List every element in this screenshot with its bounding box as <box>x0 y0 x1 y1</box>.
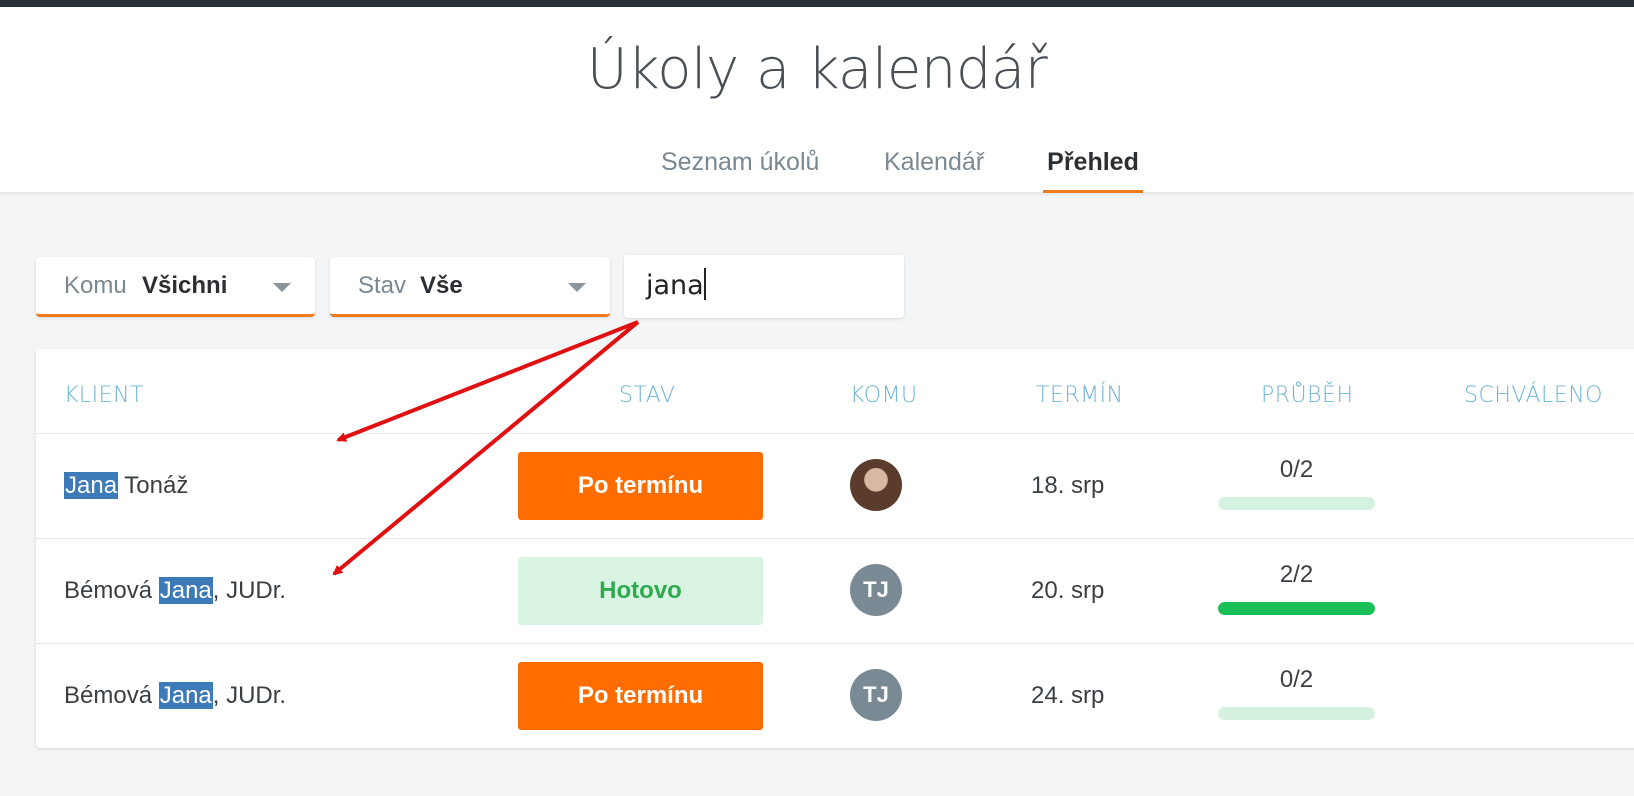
progress-bar <box>1218 602 1375 615</box>
client-name-suffix: , JUDr. <box>212 682 287 709</box>
progress-count: 0/2 <box>1279 456 1314 483</box>
column-header-deadline[interactable]: TERMÍN <box>1036 383 1124 408</box>
column-header-status[interactable]: STAV <box>619 383 675 408</box>
text-cursor <box>703 268 706 300</box>
search-match-highlight: Jana <box>158 682 213 709</box>
page-header: Úkoly a kalendář Seznam úkolů Kalendář P… <box>0 7 1634 193</box>
progress-count: 2/2 <box>1279 561 1314 588</box>
tab-task-list[interactable]: Seznam úkolů <box>661 142 819 190</box>
deadline-date: 18. srp <box>1031 472 1105 499</box>
progress-fill <box>1218 602 1375 615</box>
progress-bar <box>1218 707 1375 720</box>
avatar: TJ <box>850 564 902 616</box>
assignee-filter-dropdown[interactable]: Komu Všichni <box>36 257 315 317</box>
column-header-client[interactable]: KLIENT <box>64 383 144 408</box>
client-name-prefix: Bémová <box>64 577 159 604</box>
assignee-filter-label: Komu <box>64 272 127 299</box>
page-title: Úkoly a kalendář <box>586 37 1048 102</box>
state-filter-value: Vše <box>420 272 463 299</box>
client-name-suffix: , JUDr. <box>212 577 287 604</box>
avatar-photo <box>850 459 902 511</box>
search-match-highlight: Jana <box>158 577 213 604</box>
column-header-progress[interactable]: PRŮBĚH <box>1261 383 1354 408</box>
search-match-highlight: Jana <box>64 472 119 499</box>
avatar: TJ <box>850 669 902 721</box>
progress-count: 0/2 <box>1279 666 1314 693</box>
status-badge[interactable]: Hotovo <box>518 557 763 625</box>
client-name-prefix: Bémová <box>64 682 159 709</box>
client-name[interactable]: Bémová Jana, JUDr. <box>64 682 286 710</box>
table-row[interactable]: Jana Tonáž Po termínu 18. srp 0/2 <box>36 433 1634 539</box>
overview-table: KLIENT STAV KOMU TERMÍN PRŮBĚH SCHVÁLENO… <box>36 349 1634 748</box>
deadline-date: 24. srp <box>1031 682 1105 709</box>
state-filter-label: Stav <box>358 272 407 299</box>
client-name[interactable]: Bémová Jana, JUDr. <box>64 577 286 605</box>
progress-bar <box>1218 497 1375 510</box>
top-bar <box>0 0 1634 7</box>
column-header-assignee[interactable]: KOMU <box>850 383 918 408</box>
client-name[interactable]: Jana Tonáž <box>64 472 188 500</box>
column-header-approved[interactable]: SCHVÁLENO <box>1464 383 1603 408</box>
search-input[interactable]: jana <box>624 255 904 318</box>
table-row[interactable]: Bémová Jana, JUDr. Po termínu TJ 24. srp… <box>36 643 1634 748</box>
table-row[interactable]: Bémová Jana, JUDr. Hotovo TJ 20. srp 2/2 <box>36 538 1634 644</box>
chevron-down-icon <box>568 283 586 292</box>
tab-overview[interactable]: Přehled <box>1043 142 1143 193</box>
state-filter-dropdown[interactable]: Stav Vše <box>330 257 610 317</box>
tab-calendar[interactable]: Kalendář <box>884 142 984 190</box>
client-name-suffix: Tonáž <box>118 472 189 499</box>
status-badge[interactable]: Po termínu <box>518 452 763 520</box>
chevron-down-icon <box>273 283 291 292</box>
assignee-filter-value: Všichni <box>142 272 228 299</box>
status-badge[interactable]: Po termínu <box>518 662 763 730</box>
search-input-value: jana <box>646 270 704 301</box>
deadline-date: 20. srp <box>1031 577 1105 604</box>
